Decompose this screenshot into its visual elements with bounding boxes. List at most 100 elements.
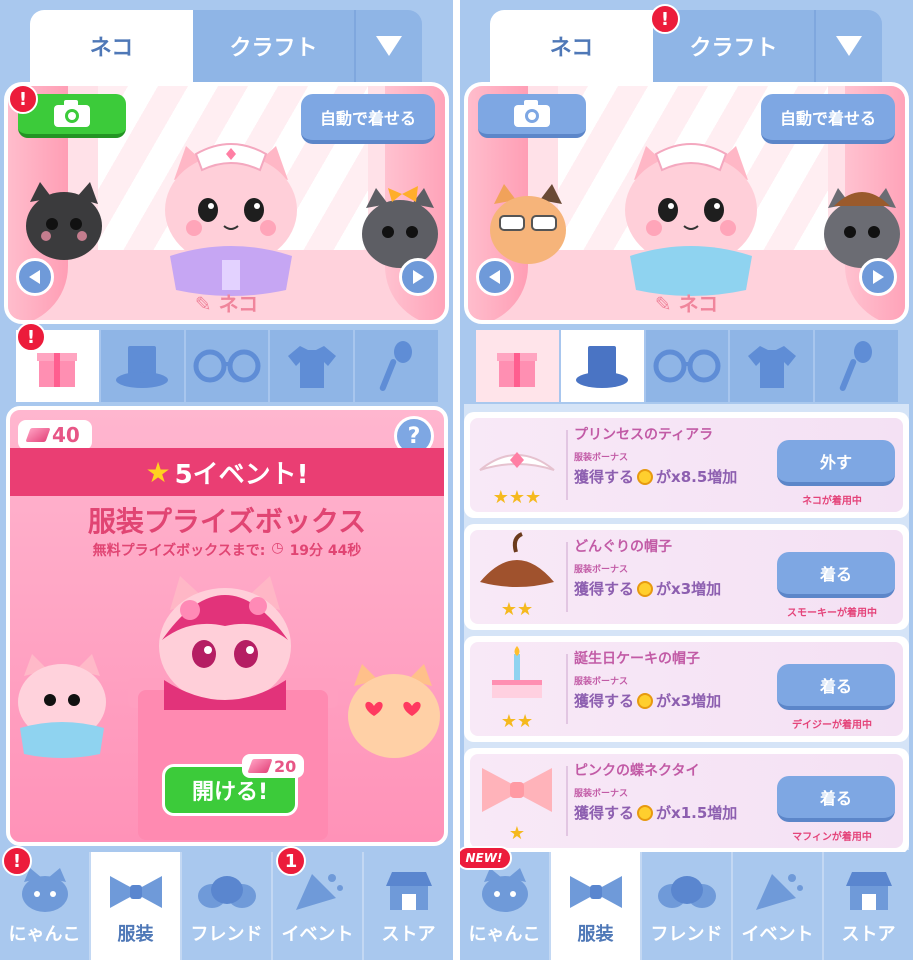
auto-dress-button[interactable]: 自動で着せる	[761, 94, 895, 144]
gift-icon	[37, 353, 78, 387]
glasses-icon	[193, 349, 261, 383]
nav-friend[interactable]: フレンド	[182, 852, 273, 960]
item-name: 誕生日ケーキの帽子	[574, 651, 700, 667]
free-box-countdown: 無料プライズボックスまで: ◷ 19分 44秒	[92, 540, 362, 559]
shirt-icon	[287, 346, 336, 388]
nav-friend[interactable]: フレンド	[642, 852, 733, 960]
pink-bow-tie-icon	[482, 768, 552, 812]
category-shirt[interactable]	[730, 330, 816, 402]
store-icon	[385, 872, 432, 910]
glasses-icon	[653, 349, 721, 383]
rarity-stars: ★	[508, 823, 526, 844]
gem-icon	[25, 428, 51, 442]
category-glasses[interactable]	[646, 330, 731, 402]
list-item: ★★ どんぐりの帽子 服装ボーナス 獲得する がx3増加 着る スモーキーが着用中	[464, 524, 909, 630]
top-tabs: ネコ クラフト	[490, 10, 882, 82]
rarity-stars: ★★★	[492, 487, 542, 508]
clock-icon: ◷	[271, 540, 284, 556]
wear-button[interactable]: 着る	[777, 664, 895, 710]
bow-tie-icon	[109, 876, 162, 908]
item-subtitle: 服装ボーナス	[574, 789, 629, 799]
right-screen: ネコ クラフト ! 自動で着せる ✎ ネコ ★★★ プリンセスのティアラ 服装ボ…	[460, 0, 913, 960]
tab-cat[interactable]: ネコ	[490, 10, 653, 82]
dropdown-button[interactable]	[356, 10, 422, 82]
category-hat[interactable]	[101, 330, 186, 402]
nav-store[interactable]: ストア	[824, 852, 913, 960]
spoon-icon	[839, 341, 872, 391]
left-prize-cat	[18, 654, 106, 758]
tab-cat[interactable]: ネコ	[30, 10, 193, 82]
acorn-hat-icon	[480, 532, 554, 587]
camera-icon	[514, 100, 550, 127]
black-cat[interactable]	[22, 182, 106, 262]
item-subtitle: 服装ボーナス	[574, 565, 629, 575]
list-item: ★★ 誕生日ケーキの帽子 服装ボーナス 獲得する がx3増加 着る デイジーが着用…	[464, 636, 909, 742]
cat-name-label[interactable]: ✎ ネコ	[468, 288, 905, 317]
cat-stage: 自動で着せる ✎ ネコ	[4, 82, 449, 324]
main-cat[interactable]	[156, 140, 306, 300]
tiara-icon	[479, 452, 555, 471]
nav-event[interactable]: イベント	[733, 852, 824, 960]
store-icon	[845, 872, 892, 910]
acorn-hat-thumbnail: ★★	[472, 532, 562, 620]
chevron-down-icon	[376, 36, 402, 56]
grey-acorn-cat[interactable]	[820, 182, 904, 270]
chevron-down-icon	[836, 36, 862, 56]
list-item: ★ ピンクの蝶ネクタイ 服装ボーナス 獲得する がx1.5増加 着る マフィンが着…	[464, 748, 909, 854]
spoon-icon	[379, 341, 412, 391]
camera-button[interactable]	[478, 94, 586, 138]
tiara-thumbnail: ★★★	[472, 420, 562, 508]
item-bonus: 獲得する がx3増加	[574, 692, 722, 710]
bottom-nav: にゃんこ 服装 フレンド イベント ストア	[0, 852, 453, 960]
cat-face-icon	[481, 868, 528, 912]
item-name: どんぐりの帽子	[574, 539, 672, 555]
coin-icon	[637, 692, 654, 709]
edit-icon: ✎	[194, 292, 219, 316]
category-gift[interactable]	[476, 330, 561, 402]
rarity-stars: ★★	[500, 599, 534, 620]
chevron-left-icon	[489, 270, 500, 284]
nav-outfit[interactable]: 服装	[91, 852, 182, 960]
outfit-item-list: ★★★ プリンセスのティアラ 服装ボーナス 獲得する がx8.5増加 外す ネコが…	[464, 404, 909, 854]
chevron-right-icon	[413, 270, 424, 284]
bow-tie-icon	[569, 876, 622, 908]
item-bonus: 獲得する がx3増加	[574, 580, 722, 598]
event-count-badge: 1	[276, 846, 306, 876]
dropdown-button[interactable]	[816, 10, 882, 82]
wear-button[interactable]: 着る	[777, 552, 895, 598]
category-hat[interactable]	[560, 330, 646, 402]
cat-name-label[interactable]: ✎ ネコ	[8, 288, 445, 317]
list-item: ★★★ プリンセスのティアラ 服装ボーナス 獲得する がx8.5増加 外す ネコが…	[464, 412, 909, 518]
cat-face-icon	[21, 868, 68, 912]
open-cost: 20	[242, 754, 305, 778]
grey-cat[interactable]	[358, 186, 442, 270]
auto-dress-button[interactable]: 自動で着せる	[301, 94, 435, 144]
calico-cat[interactable]	[486, 182, 570, 266]
nav-outfit[interactable]: 服装	[551, 852, 642, 960]
wear-button[interactable]: 着る	[777, 776, 895, 822]
category-shirt[interactable]	[270, 330, 356, 402]
category-glasses[interactable]	[186, 330, 271, 402]
item-name: ピンクの蝶ネクタイ	[574, 763, 700, 779]
category-accessory[interactable]	[355, 330, 438, 402]
left-screen: ネコ クラフト 自動で着せる ✎ ネコ ! ! 40 ? ★ 5イベント! 服装…	[0, 0, 453, 960]
craft-alert-badge: !	[650, 4, 680, 34]
gem-icon	[247, 759, 273, 773]
outfit-category-row	[16, 330, 438, 402]
center-prize-cat	[159, 576, 291, 710]
item-bonus: 獲得する がx1.5増加	[574, 804, 738, 822]
party-popper-icon	[295, 874, 343, 910]
remove-button[interactable]: 外す	[777, 440, 895, 486]
gift-icon	[497, 353, 538, 387]
nav-store[interactable]: ストア	[364, 852, 453, 960]
cake-hat-thumbnail: ★★	[472, 644, 562, 732]
main-cat[interactable]	[616, 140, 766, 300]
friends-icon	[197, 876, 256, 908]
tab-craft[interactable]: クラフト	[193, 10, 356, 82]
wearer-label: ネコが着用中	[802, 496, 862, 507]
wearer-label: スモーキーが着用中	[787, 608, 877, 619]
camera-icon	[54, 100, 90, 127]
category-accessory[interactable]	[815, 330, 898, 402]
wearer-label: デイジーが着用中	[792, 720, 872, 731]
top-tabs: ネコ クラフト	[30, 10, 422, 82]
